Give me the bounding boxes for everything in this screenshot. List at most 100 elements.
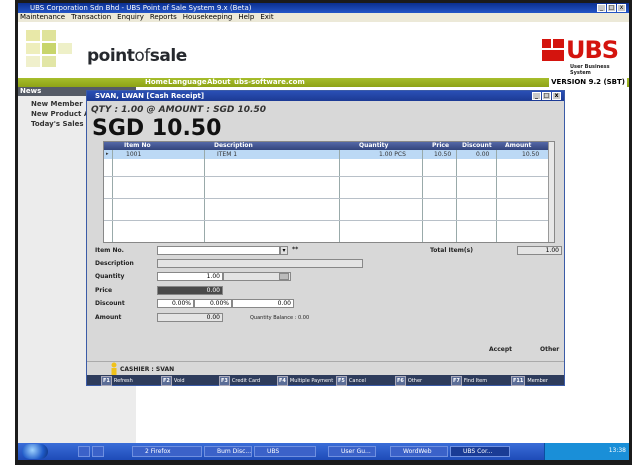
- calculator-icon[interactable]: [279, 273, 289, 280]
- header-banner: pointofsale UBS User Business System: [18, 22, 629, 78]
- fkey-member[interactable]: F11 Member: [511, 376, 548, 386]
- taskbar: 2 Firefox Bum Disc... UBS User Gu... Wor…: [18, 443, 629, 460]
- col-quantity[interactable]: Quantity: [359, 142, 388, 150]
- nav-website[interactable]: ubs-software.com: [234, 78, 305, 87]
- menu-transaction[interactable]: Transaction: [71, 13, 111, 22]
- cell-amount: 10.50: [522, 151, 540, 158]
- menu-exit[interactable]: Exit: [260, 13, 273, 22]
- item-no-label: Item No.: [95, 247, 124, 254]
- grid-divider: [496, 150, 497, 242]
- items-grid[interactable]: Item No Description Quantity Price Disco…: [103, 141, 555, 243]
- fkey-other[interactable]: F6 Other: [395, 376, 422, 386]
- dialog-minimize-button[interactable]: _: [532, 92, 541, 100]
- other-button[interactable]: Other: [540, 346, 559, 353]
- task-burn-disc[interactable]: Bum Disc...: [204, 446, 252, 457]
- col-item-no[interactable]: Item No: [124, 142, 151, 150]
- grid-scrollbar[interactable]: [548, 142, 554, 242]
- menu-reports[interactable]: Reports: [150, 13, 177, 22]
- task-wordweb[interactable]: WordWeb: [390, 446, 448, 457]
- dialog-close-button[interactable]: x: [552, 92, 561, 100]
- fkey-cancel[interactable]: F5 Cancel: [336, 376, 366, 386]
- logo-square: [26, 56, 40, 67]
- menu-housekeeping[interactable]: Housekeeping: [183, 13, 233, 22]
- task-ubs[interactable]: UBS: [254, 446, 316, 457]
- price-label: Price: [95, 287, 113, 294]
- col-price[interactable]: Price: [432, 142, 449, 150]
- fkey-refresh[interactable]: F1 Refresh: [101, 376, 133, 386]
- grid-header: Item No Description Quantity Price Disco…: [104, 142, 554, 150]
- logo-square: [26, 30, 40, 41]
- ubs-tagline: User Business System: [570, 64, 610, 76]
- item-lookup-button[interactable]: ▾: [280, 246, 288, 255]
- cell-discount: 0.00: [476, 151, 490, 158]
- task-user-guide[interactable]: User Gu...: [328, 446, 376, 457]
- fkey-find-item[interactable]: F7 Find Item: [451, 376, 487, 386]
- start-button[interactable]: [22, 444, 48, 459]
- app-title: UBS Corporation Sdn Bhd - UBS Point of S…: [30, 4, 252, 12]
- amount-field: 0.00: [157, 313, 223, 322]
- grid-divider: [112, 150, 113, 242]
- desktop-screen: UBS Corporation Sdn Bhd - UBS Point of S…: [18, 3, 629, 460]
- table-row[interactable]: ▸ 1001 ITEM 1 1.00 PCS 10.50 0.00 10.50: [104, 150, 554, 159]
- row-pointer-icon: ▸: [106, 151, 109, 157]
- nav-about[interactable]: About: [207, 78, 231, 87]
- item-no-input[interactable]: [157, 246, 280, 255]
- logo-square: [42, 56, 56, 67]
- task-ubs-corporation[interactable]: UBS Cor...: [450, 446, 510, 457]
- fkey-credit-card[interactable]: F3 Credit Card: [219, 376, 260, 386]
- col-description[interactable]: Description: [214, 142, 253, 150]
- top-nav: Home Language About ubs-software.com: [18, 78, 629, 87]
- fkey-multiple-payment[interactable]: F4 Multiple Payment: [277, 376, 333, 386]
- system-tray: 13:38: [544, 443, 629, 460]
- fkey-void[interactable]: F2 Void: [161, 376, 185, 386]
- discount-percent-1[interactable]: 0.00%: [157, 299, 194, 308]
- menu-bar: Maintenance Transaction Enquiry Reports …: [18, 13, 629, 22]
- cash-receipt-dialog: SVAN, LWAN [Cash Receipt] _ □ x QTY : 1.…: [86, 90, 565, 386]
- function-key-bar: F1 Refresh F2 Void F3 Credit Card F4 Multipl…: [87, 375, 564, 386]
- logo-square: [26, 43, 40, 54]
- dialog-maximize-button[interactable]: □: [542, 92, 551, 100]
- cashier-person-icon: [111, 362, 117, 375]
- cell-quantity: 1.00 PCS: [379, 151, 406, 158]
- version-label: VERSION 9.2 (SBT): [549, 78, 627, 87]
- menu-help[interactable]: Help: [238, 13, 254, 22]
- price-field[interactable]: 0.00: [157, 286, 223, 295]
- dialog-title: SVAN, LWAN [Cash Receipt]: [95, 92, 205, 100]
- accept-button[interactable]: Accept: [489, 346, 512, 353]
- pos-logo: pointofsale: [87, 46, 187, 66]
- search-hint-icon: **: [292, 246, 299, 253]
- total-items-label: Total Item(s): [430, 247, 473, 254]
- cashier-bar: CASHIER : SVAN: [87, 361, 564, 376]
- task-firefox[interactable]: 2 Firefox: [132, 446, 202, 457]
- nav-language[interactable]: Language: [168, 78, 207, 87]
- discount-amount[interactable]: 0.00: [232, 299, 294, 308]
- grid-row-line: [104, 220, 554, 221]
- grid-row-line: [104, 198, 554, 199]
- cell-item-no: 1001: [126, 151, 142, 158]
- quantity-field[interactable]: 1.00: [157, 272, 223, 281]
- total-items-value: 1.00: [517, 246, 562, 255]
- quantity-label: Quantity: [95, 273, 125, 280]
- menu-maintenance[interactable]: Maintenance: [20, 13, 65, 22]
- menu-enquiry[interactable]: Enquiry: [117, 13, 144, 22]
- amount-label: Amount: [95, 314, 122, 321]
- minimize-button[interactable]: _: [597, 4, 606, 12]
- quicklaunch-icon[interactable]: [78, 446, 90, 457]
- grid-row-line: [104, 176, 554, 177]
- quicklaunch-icon[interactable]: [92, 446, 104, 457]
- discount-percent-2[interactable]: 0.00%: [194, 299, 232, 308]
- qty-amount-summary: QTY : 1.00 @ AMOUNT : SGD 10.50: [91, 105, 267, 115]
- app-titlebar: UBS Corporation Sdn Bhd - UBS Point of S…: [18, 3, 629, 13]
- dialog-titlebar: SVAN, LWAN [Cash Receipt] _ □ x: [87, 91, 564, 101]
- grid-divider: [456, 150, 457, 242]
- grid-divider: [204, 150, 205, 242]
- discount-label: Discount: [95, 300, 125, 307]
- close-button[interactable]: x: [617, 4, 626, 12]
- cashier-name: CASHIER : SVAN: [120, 366, 175, 373]
- logo-square: [58, 43, 72, 54]
- col-discount[interactable]: Discount: [462, 142, 492, 150]
- col-amount[interactable]: Amount: [505, 142, 531, 150]
- maximize-button[interactable]: □: [607, 4, 616, 12]
- ubs-logo-icon: [542, 39, 564, 61]
- nav-home[interactable]: Home: [145, 78, 168, 87]
